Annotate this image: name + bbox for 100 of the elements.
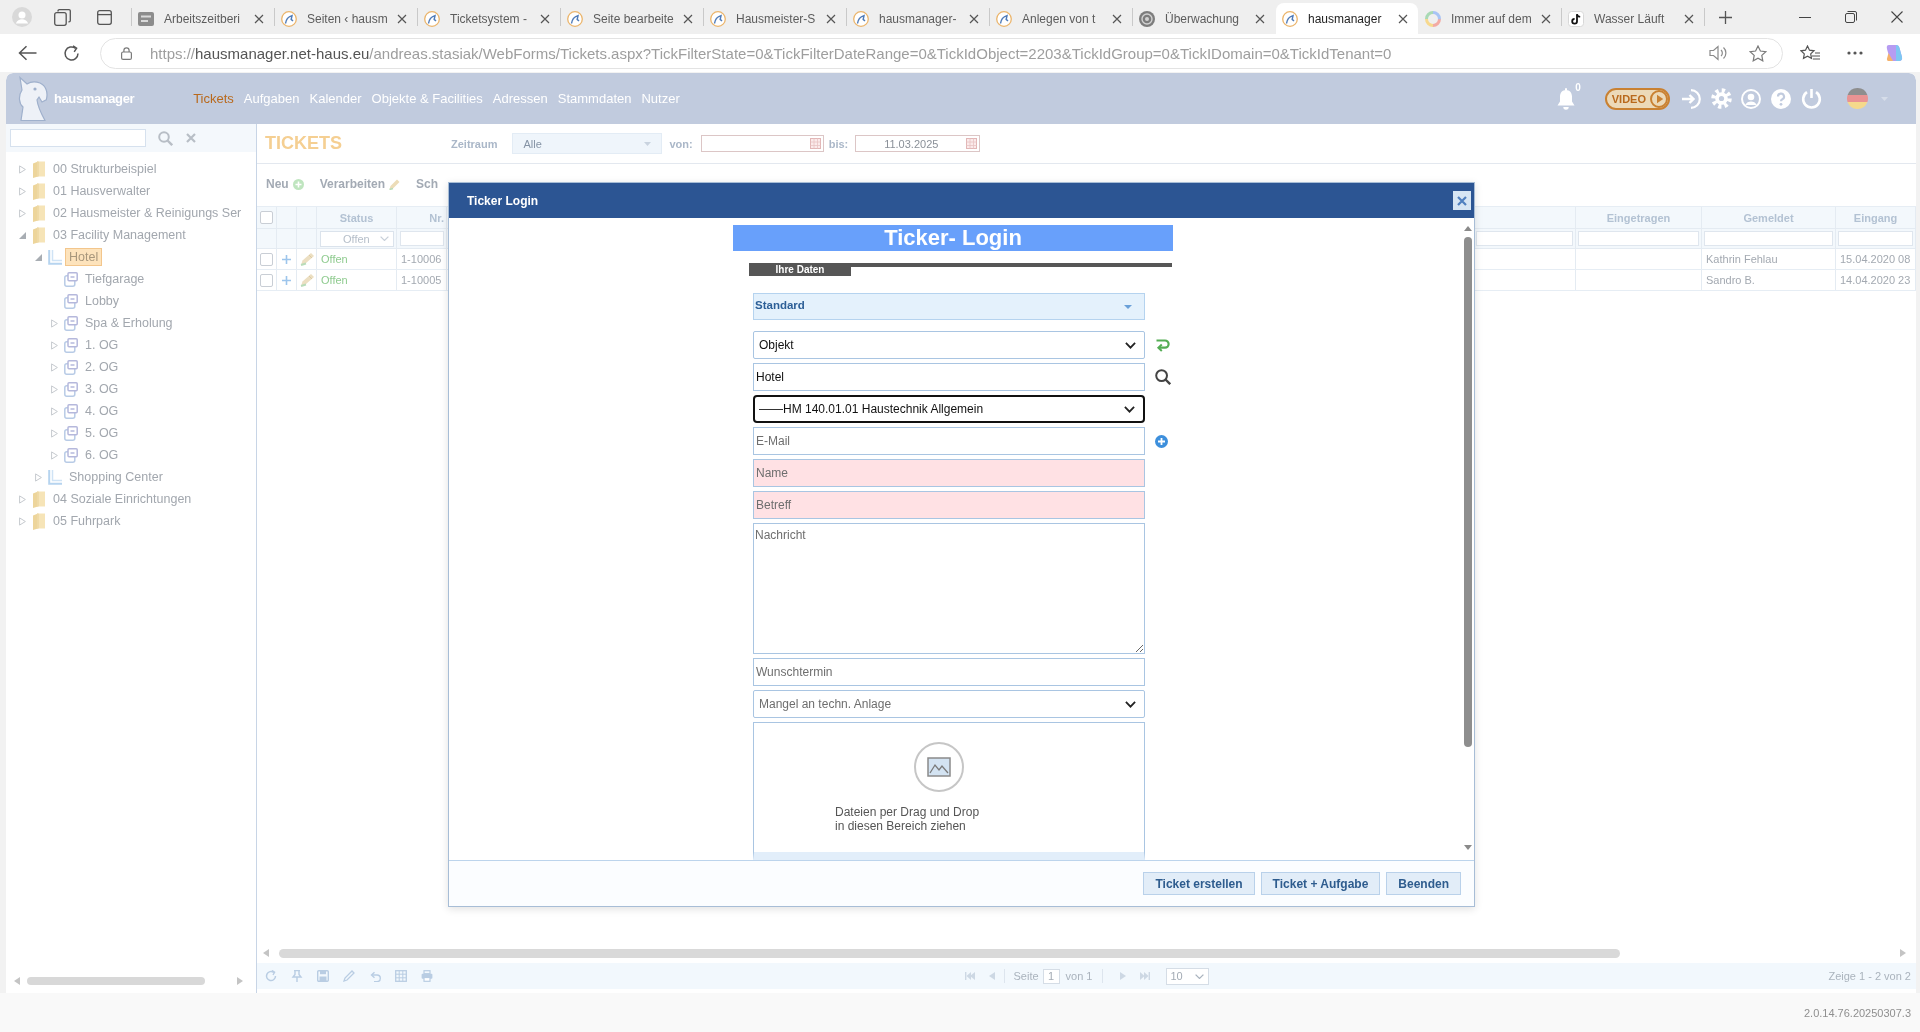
tree-item[interactable]: Tiefgarage: [81, 270, 149, 288]
select-field[interactable]: Objekt: [753, 331, 1145, 359]
tree-toggle-icon[interactable]: [50, 318, 58, 328]
header-checkbox[interactable]: [260, 211, 273, 224]
close-icon[interactable]: [397, 13, 407, 24]
tree-toggle-icon[interactable]: [50, 450, 58, 460]
scrollbar-thumb[interactable]: [1464, 237, 1472, 747]
back-icon[interactable]: [18, 45, 37, 61]
range-select[interactable]: Alle: [512, 133, 663, 154]
tree-item[interactable]: 04 Soziale Einrichtungen: [49, 490, 196, 508]
next-page-icon[interactable]: [1119, 972, 1126, 980]
date-field[interactable]: 11.03.2025: [855, 135, 981, 152]
undo-icon[interactable]: [369, 970, 381, 982]
close-icon[interactable]: [1684, 13, 1694, 24]
tree-toggle-icon[interactable]: [18, 231, 26, 239]
browser-tab[interactable]: Seiten ‹ hausm: [275, 3, 417, 34]
favorites-icon[interactable]: [1800, 44, 1820, 62]
scroll-left-icon[interactable]: [14, 977, 20, 985]
more-icon[interactable]: [1847, 51, 1863, 55]
restore-icon[interactable]: [1845, 11, 1857, 23]
tree-item[interactable]: 4. OG: [81, 402, 123, 420]
close-icon[interactable]: [254, 13, 264, 24]
tree-toggle-icon[interactable]: [18, 208, 26, 218]
tree-toggle-icon[interactable]: [18, 186, 26, 196]
pen-icon[interactable]: [343, 970, 355, 982]
search-field[interactable]: [10, 129, 146, 147]
flag-icon[interactable]: [1847, 88, 1868, 109]
dialog-button[interactable]: Beenden: [1386, 872, 1461, 895]
tree-item[interactable]: Hotel: [65, 248, 103, 266]
scroll-down-icon[interactable]: [1464, 845, 1472, 850]
close-icon[interactable]: [1255, 13, 1265, 24]
help-icon[interactable]: [1771, 88, 1791, 109]
tree-item[interactable]: 1. OG: [81, 336, 123, 354]
nav-link[interactable]: Objekte & Facilities: [371, 91, 483, 106]
minimize-icon[interactable]: [1799, 16, 1811, 18]
settings-icon[interactable]: [1711, 88, 1732, 109]
browser-tab[interactable]: Seite bearbeite: [561, 3, 703, 34]
refresh-icon[interactable]: [265, 970, 277, 982]
last-page-icon[interactable]: [1139, 972, 1150, 980]
tree-item[interactable]: 6. OG: [81, 446, 123, 464]
browser-tab[interactable]: hausmanager-: [847, 3, 989, 34]
toolbar-button[interactable]: Sch: [416, 177, 439, 191]
save-icon[interactable]: [317, 970, 329, 982]
close-icon[interactable]: [1891, 11, 1903, 23]
star-icon[interactable]: [1749, 44, 1767, 62]
read-aloud-icon[interactable]: [1709, 45, 1728, 61]
scrollbar-thumb[interactable]: [279, 948, 1620, 958]
tree-toggle-icon[interactable]: [18, 516, 26, 526]
browser-tab[interactable]: Immer auf dem: [1419, 3, 1561, 34]
filter-field[interactable]: [400, 231, 444, 246]
select-field[interactable]: ——HM 140.01.01 Haustechnik Allgemein: [753, 395, 1145, 423]
window-icon[interactable]: [97, 9, 112, 25]
input-field[interactable]: Betreff: [753, 491, 1145, 519]
tree-item[interactable]: Spa & Erholung: [81, 314, 177, 332]
pencil-icon[interactable]: [300, 252, 315, 266]
tree-item[interactable]: Shopping Center: [65, 468, 167, 486]
tree-item[interactable]: 5. OG: [81, 424, 123, 442]
nav-link[interactable]: Stammdaten: [557, 91, 632, 106]
colorful-logo-icon[interactable]: [1885, 43, 1905, 63]
text-area[interactable]: Nachricht: [753, 523, 1145, 654]
edit-button[interactable]: Verarbeiten: [319, 177, 401, 191]
print-icon[interactable]: [421, 970, 433, 982]
tree-item[interactable]: Lobby: [81, 292, 124, 310]
input-field[interactable]: Name: [753, 459, 1145, 487]
prev-page-icon[interactable]: [988, 972, 995, 980]
grid-icon[interactable]: [395, 970, 407, 982]
new-button[interactable]: Neu: [266, 177, 304, 191]
tree-toggle-icon[interactable]: [34, 253, 42, 261]
dialog-button[interactable]: Ticket erstellen: [1143, 872, 1255, 895]
tree-toggle-icon[interactable]: [34, 472, 42, 482]
tree-item[interactable]: 2. OG: [81, 358, 123, 376]
tree-item[interactable]: 3. OG: [81, 380, 123, 398]
close-button[interactable]: [1453, 191, 1471, 210]
stacked-squares-icon[interactable]: [54, 8, 71, 26]
close-icon[interactable]: [540, 13, 550, 24]
filter-field[interactable]: [1704, 231, 1833, 246]
page-size-select[interactable]: 10: [1165, 967, 1209, 985]
page-field[interactable]: 1: [1042, 968, 1060, 984]
scrollbar-thumb[interactable]: [27, 977, 205, 985]
browser-tab[interactable]: Wasser Läuft: [1562, 3, 1704, 34]
close-icon[interactable]: [969, 13, 979, 24]
input-field[interactable]: Hotel: [753, 363, 1145, 391]
browser-tab[interactable]: Ticketsystem -: [418, 3, 560, 34]
browser-tab[interactable]: hausmanager: [1276, 3, 1418, 34]
tree-toggle-icon[interactable]: [50, 362, 58, 372]
user-icon[interactable]: [1741, 88, 1761, 109]
close-icon[interactable]: [683, 13, 693, 24]
select-field[interactable]: Mangel an techn. Anlage: [753, 690, 1145, 718]
pin-icon[interactable]: [291, 970, 303, 982]
video-button[interactable]: VIDEO: [1604, 87, 1670, 110]
return-arrow-icon[interactable]: [1155, 338, 1170, 352]
browser-tab[interactable]: Anlegen von t: [990, 3, 1132, 34]
tree-toggle-icon[interactable]: [50, 406, 58, 416]
tree-item[interactable]: 03 Facility Management: [49, 226, 190, 244]
profile-icon[interactable]: [12, 7, 32, 27]
scroll-up-icon[interactable]: [1464, 226, 1472, 231]
reload-icon[interactable]: [63, 44, 80, 62]
row-checkbox[interactable]: [260, 252, 273, 266]
tree-toggle-icon[interactable]: [50, 340, 58, 350]
nav-link[interactable]: Kalender: [309, 91, 362, 106]
